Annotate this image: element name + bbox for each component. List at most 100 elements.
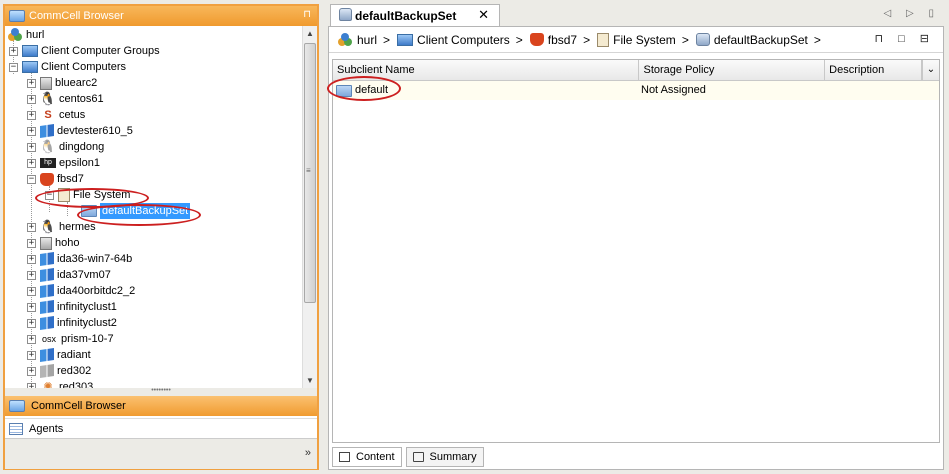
- tree-node-label: infinityclust2: [57, 317, 117, 329]
- cell-description: [826, 81, 923, 100]
- tree-node-client[interactable]: + S cetus: [27, 107, 85, 123]
- tree-node-client[interactable]: + hp epsilon1: [27, 155, 100, 171]
- content-icon: [339, 452, 350, 462]
- tab-content: hurl > Client Computers > fbsd7 > File S…: [327, 26, 944, 470]
- expand-icon[interactable]: +: [27, 222, 36, 232]
- summary-icon: [412, 452, 424, 462]
- expand-icon[interactable]: +: [27, 302, 36, 312]
- expand-icon[interactable]: +: [9, 46, 18, 56]
- panel-splitter[interactable]: ••••••••: [5, 387, 317, 396]
- breadcrumb-separator: >: [515, 32, 523, 47]
- nav-commcell-browser[interactable]: CommCell Browser: [5, 396, 317, 416]
- expand-icon[interactable]: +: [27, 350, 36, 360]
- tree-node-client-fbsd7[interactable]: − fbsd7: [27, 171, 84, 187]
- breadcrumb-label: File System: [613, 32, 676, 47]
- breadcrumb-item-fbsd7[interactable]: fbsd7: [529, 33, 577, 47]
- tree-node-client[interactable]: + ida37vm07: [27, 267, 111, 283]
- column-header-subclient-name[interactable]: Subclient Name: [333, 60, 640, 80]
- nav-label: CommCell Browser: [31, 400, 126, 412]
- panel-header: CommCell Browser ⊓: [5, 6, 317, 26]
- column-header-description[interactable]: Description: [825, 60, 923, 80]
- tree-node-file-system[interactable]: − File System: [45, 187, 130, 203]
- collapse-icon[interactable]: −: [9, 62, 18, 72]
- breadcrumb-item-client-computers[interactable]: Client Computers: [397, 33, 510, 47]
- scroll-up-icon[interactable]: ▲: [303, 26, 317, 41]
- breadcrumb-item-default-backup-set[interactable]: defaultBackupSet: [695, 33, 808, 47]
- expand-icon[interactable]: +: [27, 254, 36, 264]
- close-icon[interactable]: ✕: [478, 7, 489, 23]
- tab-label: Content: [356, 451, 395, 463]
- expand-icon[interactable]: +: [27, 126, 36, 136]
- commcell-icon: [9, 10, 25, 22]
- column-menu-icon[interactable]: ⌄: [922, 60, 939, 80]
- tree-node-label: cetus: [59, 109, 86, 121]
- tree-node-client[interactable]: + 🐧 centos61: [27, 91, 104, 107]
- collapse-icon[interactable]: −: [27, 174, 36, 184]
- backup-set-icon: [81, 205, 97, 217]
- tree-node-client[interactable]: + hoho: [27, 235, 79, 251]
- tree-node-label: Client Computer Groups: [41, 45, 160, 57]
- expand-icon[interactable]: +: [27, 78, 36, 88]
- expand-icon[interactable]: +: [27, 94, 36, 104]
- linux-icon: 🐧: [39, 219, 57, 234]
- tree-node-client[interactable]: + red302: [27, 363, 91, 379]
- cell-storage-policy: Not Assigned: [641, 84, 706, 96]
- freebsd-icon: [40, 172, 54, 186]
- cell-subclient-name[interactable]: default: [333, 81, 640, 100]
- collapse-icon[interactable]: −: [45, 190, 54, 200]
- expand-icon[interactable]: +: [27, 158, 36, 168]
- tree-node-client[interactable]: + devtester610_5: [27, 123, 133, 139]
- tree-node-client[interactable]: + ✺ red303: [27, 379, 93, 388]
- subclient-table: Subclient Name Storage Policy Descriptio…: [327, 59, 940, 443]
- client-computers-icon: [22, 61, 38, 73]
- tree-node-client[interactable]: + bluearc2: [27, 75, 97, 91]
- bottom-tabs: Content Summary: [332, 447, 484, 467]
- tab-summary[interactable]: Summary: [405, 447, 484, 467]
- osx-icon: osx: [41, 334, 56, 344]
- tab-default-backup-set[interactable]: defaultBackupSet ✕: [330, 4, 500, 26]
- table-row[interactable]: default Not Assigned: [333, 81, 939, 100]
- tree-node-client[interactable]: + osx prism-10-7: [27, 331, 114, 347]
- tab-navigation-icons[interactable]: ◁ ▷ ▯: [884, 8, 940, 19]
- tree-scrollbar[interactable]: ▲ ≡ ▼: [302, 26, 317, 388]
- overflow-chevron-icon[interactable]: »: [305, 447, 311, 459]
- nav-agents[interactable]: Agents: [5, 418, 317, 438]
- scroll-down-icon[interactable]: ▼: [303, 373, 317, 388]
- expand-icon[interactable]: +: [27, 286, 36, 296]
- tree-node-root[interactable]: hurl: [7, 27, 44, 43]
- expand-icon[interactable]: +: [27, 110, 36, 120]
- file-system-icon: [58, 188, 70, 202]
- tree-node-label: ida36-win7-64b: [57, 253, 133, 265]
- tree-node-label: dingdong: [59, 141, 105, 153]
- nav-overflow: »: [5, 438, 317, 469]
- tree-node-client[interactable]: + infinityclust2: [27, 315, 117, 331]
- expand-icon[interactable]: +: [27, 142, 36, 152]
- expand-icon[interactable]: +: [27, 366, 36, 376]
- breadcrumb-label: Client Computers: [417, 32, 510, 47]
- tab-content[interactable]: Content: [332, 447, 402, 467]
- breadcrumb-item-file-system[interactable]: File System: [597, 32, 676, 47]
- expand-icon[interactable]: +: [27, 318, 36, 328]
- pin-icon[interactable]: ⊓: [303, 9, 311, 20]
- tree-node-client[interactable]: + ida36-win7-64b: [27, 251, 132, 267]
- tree-node-label: bluearc2: [55, 77, 98, 89]
- expand-icon[interactable]: +: [27, 238, 36, 248]
- expand-icon[interactable]: +: [27, 334, 36, 344]
- solaris-icon: S: [44, 109, 52, 121]
- tree-node-client-computers[interactable]: − Client Computers: [9, 59, 126, 75]
- tree-node-client[interactable]: + 🐧 hermes: [27, 219, 96, 235]
- expand-icon[interactable]: +: [27, 270, 36, 280]
- tree-node-client[interactable]: + 🐧 dingdong: [27, 139, 104, 155]
- windows-icon: [40, 300, 54, 314]
- tree-node-client[interactable]: + ida40orbitdc2_2: [27, 283, 135, 299]
- tree-node-default-backup-set[interactable]: defaultBackupSet: [81, 203, 191, 219]
- tree-node-client[interactable]: + radiant: [27, 347, 91, 363]
- window-control-icons[interactable]: ⊓ □ ⊟: [874, 32, 935, 45]
- column-header-storage-policy[interactable]: Storage Policy: [639, 60, 826, 80]
- tree-node-client[interactable]: + infinityclust1: [27, 299, 117, 315]
- breadcrumb-separator: >: [583, 32, 591, 47]
- tree-node-label: ida40orbitdc2_2: [57, 285, 136, 297]
- breadcrumb-item-hurl[interactable]: hurl: [337, 32, 377, 47]
- tree-node-label: defaultBackupSet: [100, 203, 191, 219]
- tree-node-client-computer-groups[interactable]: + Client Computer Groups: [9, 43, 160, 59]
